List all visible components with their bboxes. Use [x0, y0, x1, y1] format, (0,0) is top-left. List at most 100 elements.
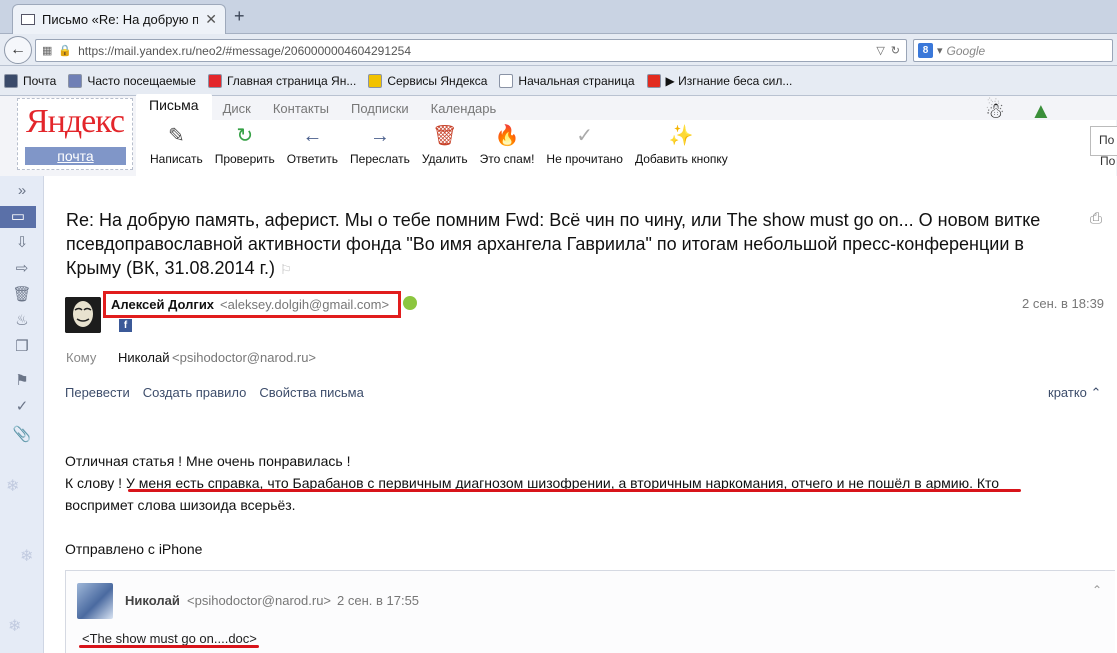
toolbar-button[interactable]: ← Ответить: [281, 120, 344, 176]
tab-title: Письмо «Re: На добрую п...: [42, 12, 199, 27]
message-action-link[interactable]: Перевести: [65, 385, 130, 400]
toolbar-label: Удалить: [421, 152, 468, 166]
trash-icon: 🗑: [432, 125, 458, 147]
reload-icon[interactable]: ↻: [891, 44, 900, 57]
toolbar-label: Добавить кнопку: [634, 152, 728, 166]
signature: Отправлено с iPhone: [65, 541, 203, 557]
new-tab-button[interactable]: +: [234, 6, 245, 27]
facebook-icon[interactable]: f: [119, 319, 132, 332]
collapse-icon[interactable]: ⌃: [1092, 583, 1102, 597]
browser-tab-bar: Письмо «Re: На добрую п... ✕ +: [0, 0, 1117, 34]
flag-icon[interactable]: ⚑: [0, 370, 44, 392]
search-mail-box[interactable]: По: [1090, 126, 1117, 156]
lock-icon: 🔒: [58, 45, 73, 57]
quoted-avatar[interactable]: [77, 583, 113, 619]
drafts-icon[interactable]: ❐: [0, 336, 44, 358]
bookmark-item[interactable]: Сервисы Яндекса: [368, 73, 488, 88]
print-icon[interactable]: ⎙: [1090, 210, 1102, 227]
search-engine-dropdown-icon[interactable]: ▾: [937, 44, 943, 57]
page-icon: [499, 73, 514, 88]
flag-icon[interactable]: ⚐: [280, 262, 292, 277]
youtube-icon: [646, 73, 661, 88]
url-text: https://mail.yandex.ru/neo2/#message/206…: [78, 43, 412, 58]
bookmarks-bar: Почта Часто посещаемые Главная страница Ян…: [0, 66, 1117, 96]
service-tab[interactable]: Календарь: [420, 98, 508, 120]
bookmark-label: Сервисы Яндекса: [387, 73, 488, 88]
toolbar-button[interactable]: 🔥 Это спам!: [474, 120, 541, 176]
dropdown-icon[interactable]: ▽: [876, 44, 884, 57]
toolbar-button[interactable]: ↻ Проверить: [209, 120, 281, 176]
service-tab[interactable]: Контакты: [262, 98, 340, 120]
trash-icon[interactable]: 🗑: [0, 284, 44, 306]
yandex-logo[interactable]: Яндекс почта: [17, 98, 133, 170]
compose-icon: ✎: [167, 125, 185, 147]
toolbar-label: Написать: [150, 152, 203, 166]
check-icon: ✓: [576, 125, 594, 147]
bookmark-item[interactable]: Часто посещаемые: [68, 73, 196, 88]
sender-info[interactable]: Алексей Долгих <aleksey.dolgih@gmail.com…: [103, 291, 401, 318]
brief-toggle[interactable]: кратко ⌃: [1048, 385, 1101, 401]
yandex-icon: [207, 73, 222, 88]
address-bar[interactable]: ▦ 🔒 https://mail.yandex.ru/neo2/#message…: [35, 39, 907, 62]
browser-tab[interactable]: Письмо «Re: На добрую п... ✕: [12, 4, 226, 34]
search-placeholder: Google: [946, 43, 986, 58]
attachment-link[interactable]: <The show must go on....doc>: [82, 631, 257, 646]
toolbar-label: Это спам!: [479, 152, 535, 166]
expand-icon[interactable]: »: [0, 180, 44, 202]
mail-toolbar: ✎ Написать ↻ Проверить ← Ответить → Переслать 🗑 У…: [136, 120, 1116, 176]
service-tab[interactable]: Диск: [212, 98, 262, 120]
message-actions: Перевести Создать правило Свойства письма: [65, 385, 364, 400]
left-rail: » ▭ ⇩ ⇨ 🗑 ♨ ❐ ⚑ ✓ 📎 ❄ ❄ ❄: [0, 176, 44, 653]
toolbar-button[interactable]: ✓ Не прочитано: [540, 120, 629, 176]
verified-badge-icon: [403, 296, 417, 310]
forward-icon: →: [369, 125, 390, 147]
toolbar-button[interactable]: 🗑 Удалить: [416, 120, 474, 176]
bookmark-item[interactable]: Начальная страница: [499, 73, 635, 88]
tree-icon: ▲: [1030, 98, 1052, 123]
toolbar-button[interactable]: ✨ Добавить кнопку: [629, 120, 734, 176]
outbox-icon[interactable]: ⇨: [0, 258, 44, 280]
back-button[interactable]: ←: [4, 36, 32, 64]
message-action-link[interactable]: Свойства письма: [259, 385, 363, 400]
sender-email[interactable]: <aleksey.dolgih@gmail.com>: [220, 297, 389, 312]
close-tab-icon[interactable]: ✕: [205, 11, 217, 28]
service-tab[interactable]: Подписки: [340, 98, 420, 120]
flame-icon: 🔥: [494, 125, 520, 147]
recipient-email[interactable]: <psihodoctor@narod.ru>: [172, 350, 316, 365]
quoted-sender-email[interactable]: <psihodoctor@narod.ru>: [187, 593, 331, 608]
recipient-name[interactable]: Николай: [118, 350, 170, 365]
mail-icon: [21, 14, 35, 25]
service-tab[interactable]: Письма: [136, 94, 212, 120]
mail-header: Яндекс почта Письма Диск Контакты Подписки К…: [0, 94, 1117, 176]
bookmark-item[interactable]: Главная страница Ян...: [207, 73, 356, 88]
logo-subtitle[interactable]: почта: [25, 147, 126, 165]
body-segment: К слову !: [65, 475, 126, 491]
folder-icon: [368, 73, 383, 88]
red-underline: [128, 489, 1021, 492]
search-mail-label: По: [1100, 154, 1116, 168]
bookmark-label: Почта: [23, 73, 57, 88]
star-icon: [68, 73, 83, 88]
inbox-icon[interactable]: ▭: [0, 206, 36, 228]
flame-icon[interactable]: ♨: [0, 310, 44, 332]
quoted-sender-name[interactable]: Николай: [125, 593, 180, 608]
bookmark-item[interactable]: Почта: [4, 73, 57, 88]
toolbar-button[interactable]: → Переслать: [344, 120, 416, 176]
search-engine-icon[interactable]: 8: [918, 43, 933, 58]
to-label: Кому: [66, 350, 97, 365]
toolbar-button[interactable]: ✎ Написать: [144, 120, 209, 176]
toolbar-label: Проверить: [214, 152, 275, 166]
download-icon[interactable]: ⇩: [0, 232, 44, 254]
sender-avatar[interactable]: [65, 297, 101, 333]
toolbar-label: Переслать: [350, 152, 410, 166]
bookmark-label: Часто посещаемые: [87, 73, 196, 88]
message-action-link[interactable]: Создать правило: [143, 385, 247, 400]
attachment-icon[interactable]: 📎: [0, 424, 44, 446]
search-bar[interactable]: 8 ▾ Google: [913, 39, 1113, 62]
body-line: воспримет слова шизоида всерьёз.: [65, 497, 296, 513]
check-icon[interactable]: ✓: [0, 396, 44, 418]
brief-label: кратко: [1048, 385, 1087, 400]
snowman-icon: ☃: [985, 98, 1005, 123]
sender-name[interactable]: Алексей Долгих: [111, 297, 214, 312]
bookmark-item[interactable]: ▶ Изгнание беса сил...: [646, 73, 792, 88]
